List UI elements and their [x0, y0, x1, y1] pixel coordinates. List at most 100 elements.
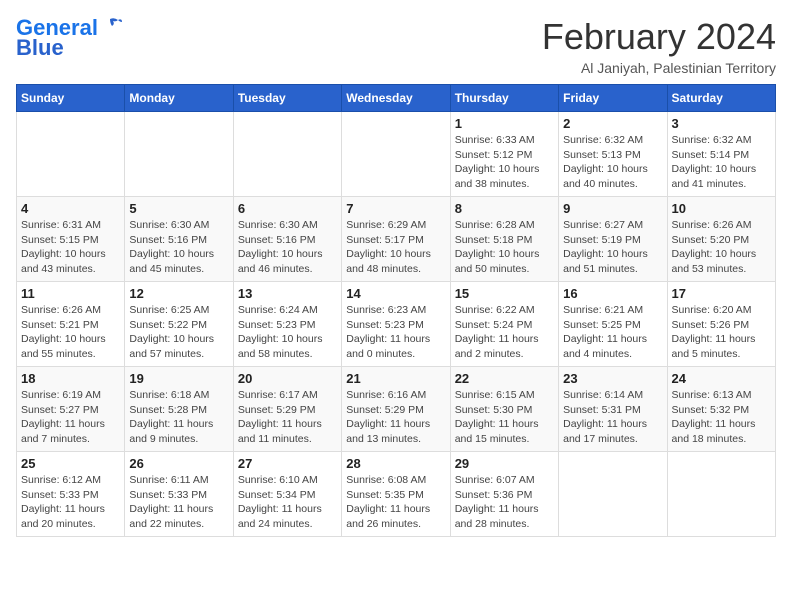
calendar-week-row: 25 Sunrise: 6:12 AMSunset: 5:33 PMDayligh…	[17, 452, 776, 537]
page-header: General Blue February 2024 Al Janiyah, P…	[16, 16, 776, 76]
day-number: 6	[238, 201, 337, 216]
calendar-cell: 11Sunrise: 6:26 AMSunset: 5:21 PMDayligh…	[17, 282, 125, 367]
day-number: 29	[455, 456, 554, 471]
day-detail: Sunrise: 6:18 AMSunset: 5:28 PMDaylight:…	[129, 388, 228, 447]
calendar-cell: 27 Sunrise: 6:10 AMSunset: 5:34 PMDayligh…	[233, 452, 341, 537]
weekday-header: Tuesday	[233, 85, 341, 112]
day-detail: Sunrise: 6:31 AMSunset: 5:15 PMDaylight:…	[21, 218, 120, 277]
calendar-cell: 28 Sunrise: 6:08 AMSunset: 5:35 PMDayligh…	[342, 452, 450, 537]
day-detail: Sunrise: 6:24 AMSunset: 5:23 PMDaylight:…	[238, 303, 337, 362]
calendar-cell: 15 Sunrise: 6:22 AMSunset: 5:24 PMDayligh…	[450, 282, 558, 367]
calendar-cell	[559, 452, 667, 537]
day-number: 18	[21, 371, 120, 386]
weekday-header: Friday	[559, 85, 667, 112]
day-number: 11	[21, 286, 120, 301]
day-number: 27	[238, 456, 337, 471]
day-detail: Sunrise: 6:17 AMSunset: 5:29 PMDaylight:…	[238, 388, 337, 447]
calendar-week-row: 4Sunrise: 6:31 AMSunset: 5:15 PMDaylight…	[17, 197, 776, 282]
day-detail: Sunrise: 6:30 AMSunset: 5:16 PMDaylight:…	[129, 218, 228, 277]
day-detail: Sunrise: 6:10 AMSunset: 5:34 PMDaylight:…	[238, 473, 337, 532]
calendar-cell: 21Sunrise: 6:16 AMSunset: 5:29 PMDayligh…	[342, 367, 450, 452]
day-number: 13	[238, 286, 337, 301]
day-number: 24	[672, 371, 771, 386]
calendar-cell: 1 Sunrise: 6:33 AMSunset: 5:12 PMDaylight…	[450, 112, 558, 197]
weekday-header-row: SundayMondayTuesdayWednesdayThursdayFrid…	[17, 85, 776, 112]
day-detail: Sunrise: 6:12 AMSunset: 5:33 PMDaylight:…	[21, 473, 120, 532]
day-detail: Sunrise: 6:32 AMSunset: 5:13 PMDaylight:…	[563, 133, 662, 192]
day-detail: Sunrise: 6:21 AMSunset: 5:25 PMDaylight:…	[563, 303, 662, 362]
day-number: 14	[346, 286, 445, 301]
calendar-cell: 13 Sunrise: 6:24 AMSunset: 5:23 PMDayligh…	[233, 282, 341, 367]
day-number: 2	[563, 116, 662, 131]
day-number: 7	[346, 201, 445, 216]
day-number: 22	[455, 371, 554, 386]
calendar-cell: 6 Sunrise: 6:30 AMSunset: 5:16 PMDaylight…	[233, 197, 341, 282]
day-number: 12	[129, 286, 228, 301]
calendar-cell: 10Sunrise: 6:26 AMSunset: 5:20 PMDayligh…	[667, 197, 775, 282]
day-number: 26	[129, 456, 228, 471]
calendar-cell: 17 Sunrise: 6:20 AMSunset: 5:26 PMDayligh…	[667, 282, 775, 367]
calendar-week-row: 18 Sunrise: 6:19 AMSunset: 5:27 PMDayligh…	[17, 367, 776, 452]
day-detail: Sunrise: 6:08 AMSunset: 5:35 PMDaylight:…	[346, 473, 445, 532]
calendar-cell	[667, 452, 775, 537]
day-detail: Sunrise: 6:26 AMSunset: 5:20 PMDaylight:…	[672, 218, 771, 277]
day-number: 3	[672, 116, 771, 131]
day-detail: Sunrise: 6:15 AMSunset: 5:30 PMDaylight:…	[455, 388, 554, 447]
day-detail: Sunrise: 6:33 AMSunset: 5:12 PMDaylight:…	[455, 133, 554, 192]
calendar-cell: 18 Sunrise: 6:19 AMSunset: 5:27 PMDayligh…	[17, 367, 125, 452]
day-detail: Sunrise: 6:22 AMSunset: 5:24 PMDaylight:…	[455, 303, 554, 362]
day-detail: Sunrise: 6:29 AMSunset: 5:17 PMDaylight:…	[346, 218, 445, 277]
day-number: 1	[455, 116, 554, 131]
calendar-cell: 29 Sunrise: 6:07 AMSunset: 5:36 PMDayligh…	[450, 452, 558, 537]
weekday-header: Thursday	[450, 85, 558, 112]
calendar-cell: 23 Sunrise: 6:14 AMSunset: 5:31 PMDayligh…	[559, 367, 667, 452]
calendar-cell: 12 Sunrise: 6:25 AMSunset: 5:22 PMDayligh…	[125, 282, 233, 367]
title-block: February 2024 Al Janiyah, Palestinian Te…	[542, 16, 776, 76]
day-detail: Sunrise: 6:28 AMSunset: 5:18 PMDaylight:…	[455, 218, 554, 277]
day-number: 15	[455, 286, 554, 301]
logo: General Blue	[16, 16, 122, 60]
calendar-cell: 7 Sunrise: 6:29 AMSunset: 5:17 PMDaylight…	[342, 197, 450, 282]
day-detail: Sunrise: 6:07 AMSunset: 5:36 PMDaylight:…	[455, 473, 554, 532]
day-number: 20	[238, 371, 337, 386]
calendar-cell: 8 Sunrise: 6:28 AMSunset: 5:18 PMDaylight…	[450, 197, 558, 282]
day-number: 21	[346, 371, 445, 386]
day-number: 23	[563, 371, 662, 386]
day-number: 17	[672, 286, 771, 301]
calendar-cell: 3 Sunrise: 6:32 AMSunset: 5:14 PMDaylight…	[667, 112, 775, 197]
calendar-cell	[233, 112, 341, 197]
weekday-header: Sunday	[17, 85, 125, 112]
day-detail: Sunrise: 6:11 AMSunset: 5:33 PMDaylight:…	[129, 473, 228, 532]
day-detail: Sunrise: 6:30 AMSunset: 5:16 PMDaylight:…	[238, 218, 337, 277]
calendar-cell: 14Sunrise: 6:23 AMSunset: 5:23 PMDayligh…	[342, 282, 450, 367]
calendar-cell	[342, 112, 450, 197]
calendar-cell	[125, 112, 233, 197]
month-title: February 2024	[542, 16, 776, 58]
day-detail: Sunrise: 6:25 AMSunset: 5:22 PMDaylight:…	[129, 303, 228, 362]
calendar-cell: 20 Sunrise: 6:17 AMSunset: 5:29 PMDayligh…	[233, 367, 341, 452]
day-number: 5	[129, 201, 228, 216]
day-detail: Sunrise: 6:32 AMSunset: 5:14 PMDaylight:…	[672, 133, 771, 192]
calendar-cell	[17, 112, 125, 197]
day-number: 25	[21, 456, 120, 471]
calendar-cell: 5 Sunrise: 6:30 AMSunset: 5:16 PMDaylight…	[125, 197, 233, 282]
calendar-cell: 25 Sunrise: 6:12 AMSunset: 5:33 PMDayligh…	[17, 452, 125, 537]
day-detail: Sunrise: 6:27 AMSunset: 5:19 PMDaylight:…	[563, 218, 662, 277]
calendar-cell: 22 Sunrise: 6:15 AMSunset: 5:30 PMDayligh…	[450, 367, 558, 452]
calendar-week-row: 1 Sunrise: 6:33 AMSunset: 5:12 PMDaylight…	[17, 112, 776, 197]
day-number: 19	[129, 371, 228, 386]
location: Al Janiyah, Palestinian Territory	[542, 60, 776, 76]
weekday-header: Saturday	[667, 85, 775, 112]
calendar-week-row: 11Sunrise: 6:26 AMSunset: 5:21 PMDayligh…	[17, 282, 776, 367]
day-detail: Sunrise: 6:20 AMSunset: 5:26 PMDaylight:…	[672, 303, 771, 362]
calendar-table: SundayMondayTuesdayWednesdayThursdayFrid…	[16, 84, 776, 537]
day-detail: Sunrise: 6:14 AMSunset: 5:31 PMDaylight:…	[563, 388, 662, 447]
day-number: 28	[346, 456, 445, 471]
day-number: 8	[455, 201, 554, 216]
day-detail: Sunrise: 6:19 AMSunset: 5:27 PMDaylight:…	[21, 388, 120, 447]
calendar-cell: 16 Sunrise: 6:21 AMSunset: 5:25 PMDayligh…	[559, 282, 667, 367]
day-detail: Sunrise: 6:13 AMSunset: 5:32 PMDaylight:…	[672, 388, 771, 447]
calendar-cell: 2 Sunrise: 6:32 AMSunset: 5:13 PMDaylight…	[559, 112, 667, 197]
day-number: 16	[563, 286, 662, 301]
calendar-cell: 24 Sunrise: 6:13 AMSunset: 5:32 PMDayligh…	[667, 367, 775, 452]
